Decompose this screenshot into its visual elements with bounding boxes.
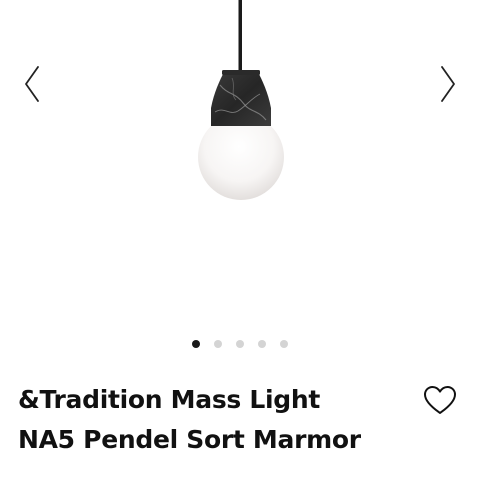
carousel-dot-1[interactable] [192, 340, 200, 348]
carousel-dot-3[interactable] [236, 340, 244, 348]
heart-outline-icon [424, 386, 456, 414]
product-title-line-2: NA5 Pendel Sort Marmor [18, 425, 361, 454]
product-image [198, 0, 284, 200]
favorite-button[interactable] [420, 382, 460, 418]
chevron-left-icon [25, 66, 39, 102]
carousel-dot-2[interactable] [214, 340, 222, 348]
product-image-carousel[interactable] [0, 0, 480, 360]
product-title-line-1: &Tradition Mass Light [18, 385, 321, 414]
next-image-button[interactable] [434, 62, 462, 106]
previous-image-button[interactable] [18, 62, 46, 106]
carousel-pagination [0, 340, 480, 350]
product-title: &Tradition Mass Light NA5 Pendel Sort Ma… [18, 380, 408, 460]
carousel-dot-5[interactable] [280, 340, 288, 348]
chevron-right-icon [441, 66, 455, 102]
carousel-dot-4[interactable] [258, 340, 266, 348]
